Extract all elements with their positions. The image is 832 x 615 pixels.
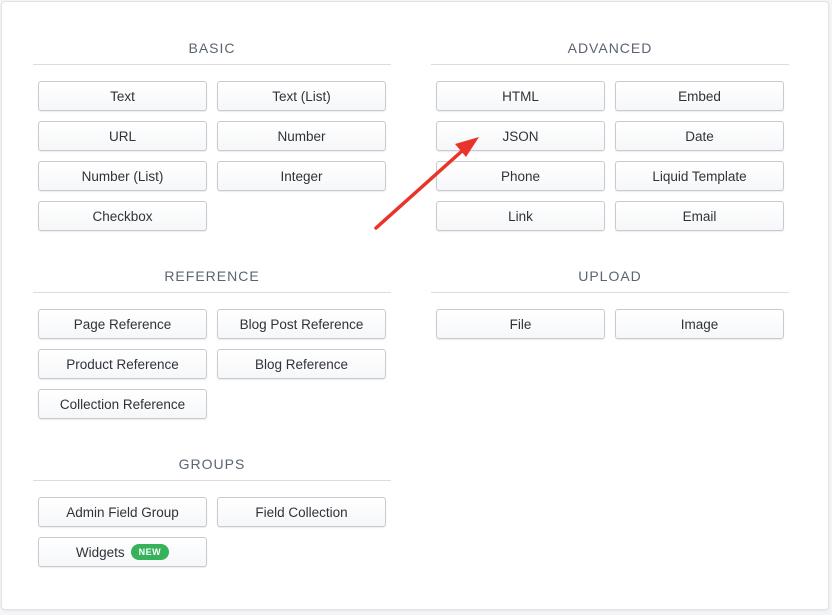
section-title-groups: GROUPS (178, 456, 246, 472)
field-type-text-button[interactable]: Text (38, 81, 207, 111)
field-type-date-button[interactable]: Date (615, 121, 784, 151)
widgets-label: Widgets (75, 544, 125, 560)
section-divider (33, 64, 391, 65)
field-type-phone-button[interactable]: Phone (436, 161, 605, 191)
section-upload: UPLOAD File Image (431, 268, 789, 339)
section-title-advanced: ADVANCED (567, 40, 653, 56)
section-groups: GROUPS Admin Field Group Field Collectio… (33, 456, 391, 567)
section-divider (431, 292, 789, 293)
field-type-email-button[interactable]: Email (615, 201, 784, 231)
field-type-number-button[interactable]: Number (217, 121, 386, 151)
field-type-blog-reference-button[interactable]: Blog Reference (217, 349, 386, 379)
field-type-admin-field-group-button[interactable]: Admin Field Group (38, 497, 207, 527)
field-type-integer-button[interactable]: Integer (217, 161, 386, 191)
section-divider (431, 64, 789, 65)
field-type-blog-post-reference-button[interactable]: Blog Post Reference (217, 309, 386, 339)
section-title-reference: REFERENCE (164, 268, 260, 284)
section-divider (33, 480, 391, 481)
field-type-number-list-button[interactable]: Number (List) (38, 161, 207, 191)
section-reference: REFERENCE Page Reference Blog Post Refer… (33, 268, 391, 419)
field-type-json-button[interactable]: JSON (436, 121, 605, 151)
field-type-field-collection-button[interactable]: Field Collection (217, 497, 386, 527)
field-type-collection-reference-button[interactable]: Collection Reference (38, 389, 207, 419)
section-divider (33, 292, 391, 293)
field-type-widgets-button[interactable]: Widgets NEW (38, 537, 207, 567)
field-type-page-reference-button[interactable]: Page Reference (38, 309, 207, 339)
section-advanced: ADVANCED HTML Embed JSON Date Phone Liqu… (431, 40, 789, 231)
section-title-basic: BASIC (188, 40, 236, 56)
new-badge: NEW (130, 544, 170, 560)
field-type-url-button[interactable]: URL (38, 121, 207, 151)
field-type-checkbox-button[interactable]: Checkbox (38, 201, 207, 231)
field-type-file-button[interactable]: File (436, 309, 605, 339)
field-type-product-reference-button[interactable]: Product Reference (38, 349, 207, 379)
field-type-text-list-button[interactable]: Text (List) (217, 81, 386, 111)
section-basic: BASIC Text Text (List) URL Number Number… (33, 40, 391, 231)
field-type-link-button[interactable]: Link (436, 201, 605, 231)
field-type-liquid-template-button[interactable]: Liquid Template (615, 161, 784, 191)
field-type-embed-button[interactable]: Embed (615, 81, 784, 111)
field-type-html-button[interactable]: HTML (436, 81, 605, 111)
field-type-image-button[interactable]: Image (615, 309, 784, 339)
field-type-panel: BASIC Text Text (List) URL Number Number… (1, 1, 829, 610)
section-title-upload: UPLOAD (578, 268, 642, 284)
